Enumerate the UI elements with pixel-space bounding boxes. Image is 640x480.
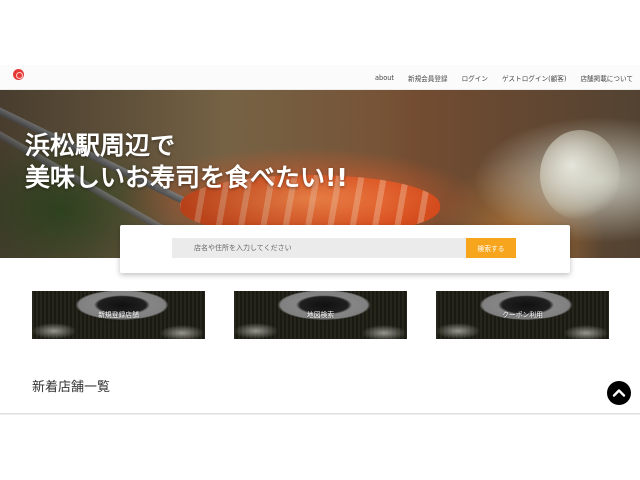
card-coupon[interactable]: クーポン利用	[436, 291, 609, 339]
card-label: 地図検索	[306, 311, 335, 319]
hero-title-line1: 浜松駅周辺で	[25, 131, 176, 160]
nav-guest-login-link[interactable]: ゲストログイン(顧客)	[502, 73, 567, 83]
nav-about-link[interactable]: about	[375, 74, 394, 82]
nav-signup-link[interactable]: 新規会員登録	[408, 73, 448, 83]
search-panel: 検索する	[120, 225, 570, 273]
hero-title: 浜松駅周辺で 美味しいお寿司を食べたい!!	[25, 130, 348, 194]
nav-login-link[interactable]: ログイン	[462, 73, 488, 83]
viewport-divider	[0, 413, 640, 415]
scroll-to-top-button[interactable]	[607, 381, 631, 405]
search-button[interactable]: 検索する	[466, 238, 516, 258]
browser-viewport: about 新規会員登録 ログイン ゲストログイン(顧客) 店舗掲載について 浜…	[0, 65, 640, 415]
card-label: 新規登録店舗	[98, 311, 139, 319]
section-title: 新着店舗一覧	[32, 380, 111, 395]
hero-title-line2: 美味しいお寿司を食べたい!!	[25, 163, 348, 192]
card-new-stores[interactable]: 新規登録店舗	[32, 291, 205, 339]
chevron-up-icon	[612, 389, 626, 397]
sushi-logo-icon[interactable]	[13, 69, 24, 80]
navbar: about 新規会員登録 ログイン ゲストログイン(顧客) 店舗掲載について	[0, 65, 640, 90]
card-map-search[interactable]: 地図検索	[234, 291, 407, 339]
nav-store-listing-link[interactable]: 店舗掲載について	[580, 73, 633, 83]
search-input[interactable]	[172, 238, 467, 258]
nav-links: about 新規会員登録 ログイン ゲストログイン(顧客) 店舗掲載について	[375, 65, 633, 90]
card-label: クーポン利用	[502, 311, 543, 319]
